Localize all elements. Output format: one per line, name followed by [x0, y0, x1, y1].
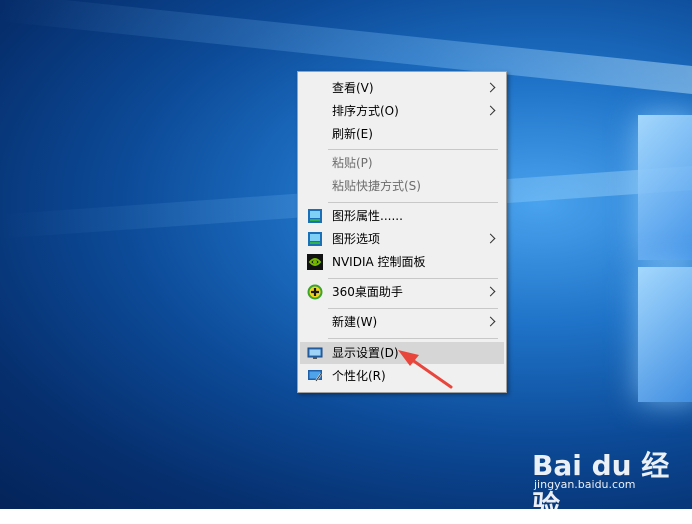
- menu-item-label: 图形选项: [332, 232, 381, 246]
- chevron-right-icon: [485, 233, 496, 244]
- menu-item-label: 新建(W): [332, 315, 378, 329]
- windows-logo-pane: [638, 115, 692, 260]
- windows-logo-pane: [638, 267, 692, 402]
- 360-icon: [307, 284, 323, 300]
- menu-item-paste[interactable]: 粘贴(P): [300, 152, 504, 174]
- menu-item-new[interactable]: 新建(W): [300, 311, 504, 333]
- chevron-right-icon: [485, 286, 496, 297]
- menu-item-label: 查看(V): [332, 81, 374, 95]
- menu-item-label: 刷新(E): [332, 127, 373, 141]
- watermark-url: jingyan.baidu.com: [534, 478, 636, 491]
- menu-item-sort-by[interactable]: 排序方式(O): [300, 100, 504, 122]
- baidu-jingyan-watermark: Bai du 经验 jingyan.baidu.com: [532, 436, 692, 522]
- menu-item-refresh[interactable]: 刷新(E): [300, 123, 504, 145]
- display-settings-icon: [307, 345, 323, 361]
- menu-item-graphics-properties[interactable]: 图形属性......: [300, 205, 504, 227]
- personalize-icon: [307, 368, 323, 384]
- menu-separator: [328, 202, 498, 203]
- menu-item-paste-shortcut[interactable]: 粘贴快捷方式(S): [300, 175, 504, 197]
- menu-item-label: 个性化(R): [332, 369, 386, 383]
- menu-item-nvidia-control-panel[interactable]: NVIDIA 控制面板: [300, 251, 504, 273]
- menu-item-label: 粘贴(P): [332, 156, 373, 170]
- menu-item-label: 粘贴快捷方式(S): [332, 179, 421, 193]
- menu-item-360-desktop-assistant[interactable]: 360桌面助手: [300, 281, 504, 303]
- menu-item-graphics-options[interactable]: 图形选项: [300, 228, 504, 250]
- desktop-context-menu: 查看(V) 排序方式(O) 刷新(E) 粘贴(P) 粘贴快捷方式(S) 图形属性…: [297, 71, 507, 393]
- chevron-right-icon: [485, 82, 496, 93]
- windows-logo-light: [610, 45, 692, 405]
- menu-item-label: 显示设置(D): [332, 346, 399, 360]
- menu-separator: [328, 338, 498, 339]
- chevron-right-icon: [485, 105, 496, 116]
- chevron-right-icon: [485, 316, 496, 327]
- intel-graphics-icon: [307, 208, 323, 224]
- menu-separator: [328, 278, 498, 279]
- menu-item-personalize[interactable]: 个性化(R): [300, 365, 504, 387]
- menu-item-label: 图形属性......: [332, 209, 403, 223]
- menu-item-label: 360桌面助手: [332, 285, 403, 299]
- menu-item-view[interactable]: 查看(V): [300, 77, 504, 99]
- menu-item-label: 排序方式(O): [332, 104, 399, 118]
- menu-item-display-settings[interactable]: 显示设置(D): [300, 342, 504, 364]
- menu-separator: [328, 149, 498, 150]
- menu-separator: [328, 308, 498, 309]
- intel-graphics-icon: [307, 231, 323, 247]
- menu-item-label: NVIDIA 控制面板: [332, 255, 426, 269]
- nvidia-icon: [307, 254, 323, 270]
